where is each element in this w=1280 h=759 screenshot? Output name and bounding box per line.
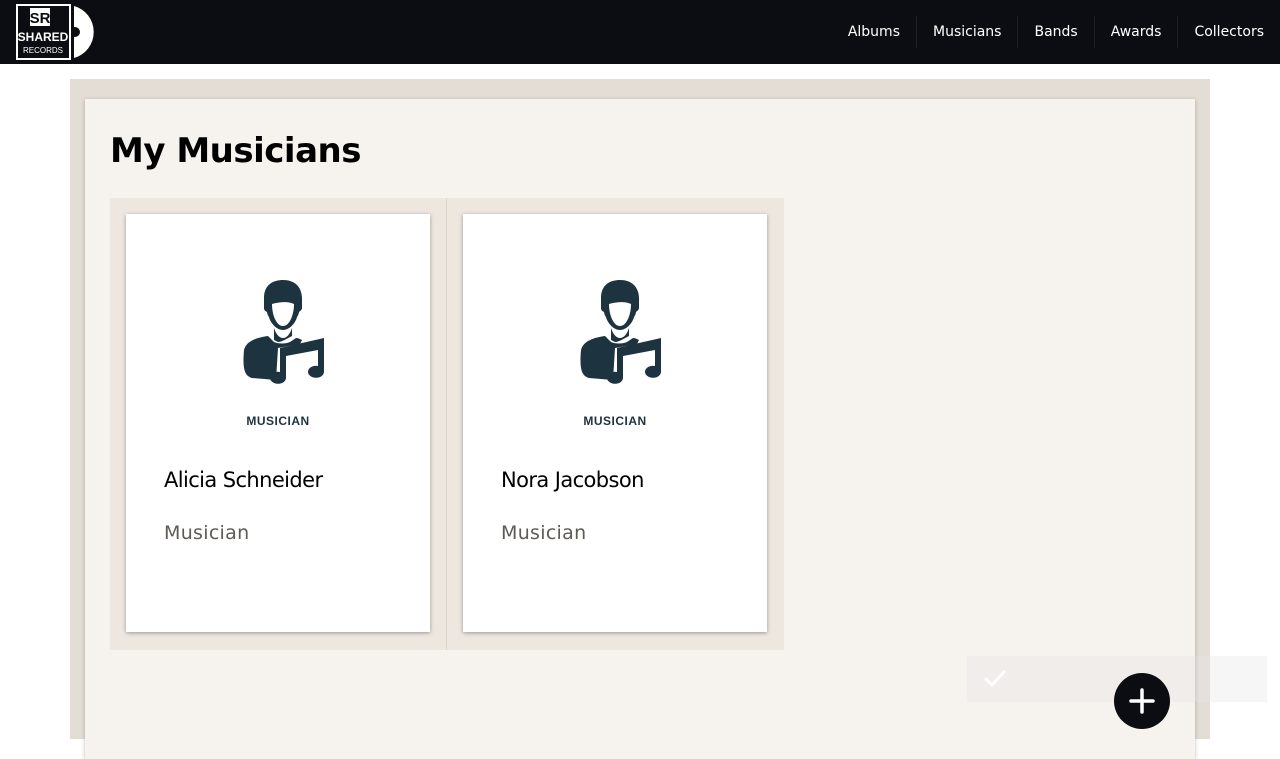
nav-bands[interactable]: Bands (1017, 16, 1093, 48)
card-role: Musician (164, 522, 250, 544)
page-title: My Musicians (110, 131, 361, 171)
shared-records-logo[interactable]: SR SHARED RECORDS (16, 4, 100, 60)
musician-grid: MUSICIAN Alicia Schneider Musician MUSIC… (110, 198, 784, 650)
nav-musicians[interactable]: Musicians (916, 16, 1017, 48)
top-navbar: SR SHARED RECORDS Albums Musicians Bands… (0, 0, 1280, 64)
grid-divider (446, 198, 447, 650)
nav-collectors[interactable]: Collectors (1177, 16, 1280, 48)
logo-word-shared: SHARED (18, 30, 69, 44)
logo-word-records: RECORDS (23, 46, 63, 55)
musician-icon (580, 280, 661, 384)
musician-icon (243, 280, 324, 384)
musician-card[interactable]: MUSICIAN Alicia Schneider Musician (126, 214, 430, 632)
nav-albums[interactable]: Albums (832, 16, 916, 48)
card-role: Musician (501, 522, 587, 544)
musician-card[interactable]: MUSICIAN Nora Jacobson Musician (463, 214, 767, 632)
logo-initials: SR (30, 10, 51, 27)
card-tag: MUSICIAN (583, 414, 647, 428)
card-name[interactable]: Nora Jacobson (501, 468, 644, 492)
add-musician-button[interactable] (1114, 673, 1170, 729)
card-name[interactable]: Alicia Schneider (164, 468, 323, 492)
nav-awards[interactable]: Awards (1093, 16, 1178, 48)
main-nav: Albums Musicians Bands Awards Collectors (832, 0, 1280, 64)
plus-icon (1129, 688, 1155, 714)
card-tag: MUSICIAN (246, 414, 310, 428)
page-container: My Musicians MUSICIAN Alicia Schneider M… (70, 79, 1210, 759)
check-icon (984, 670, 1006, 687)
